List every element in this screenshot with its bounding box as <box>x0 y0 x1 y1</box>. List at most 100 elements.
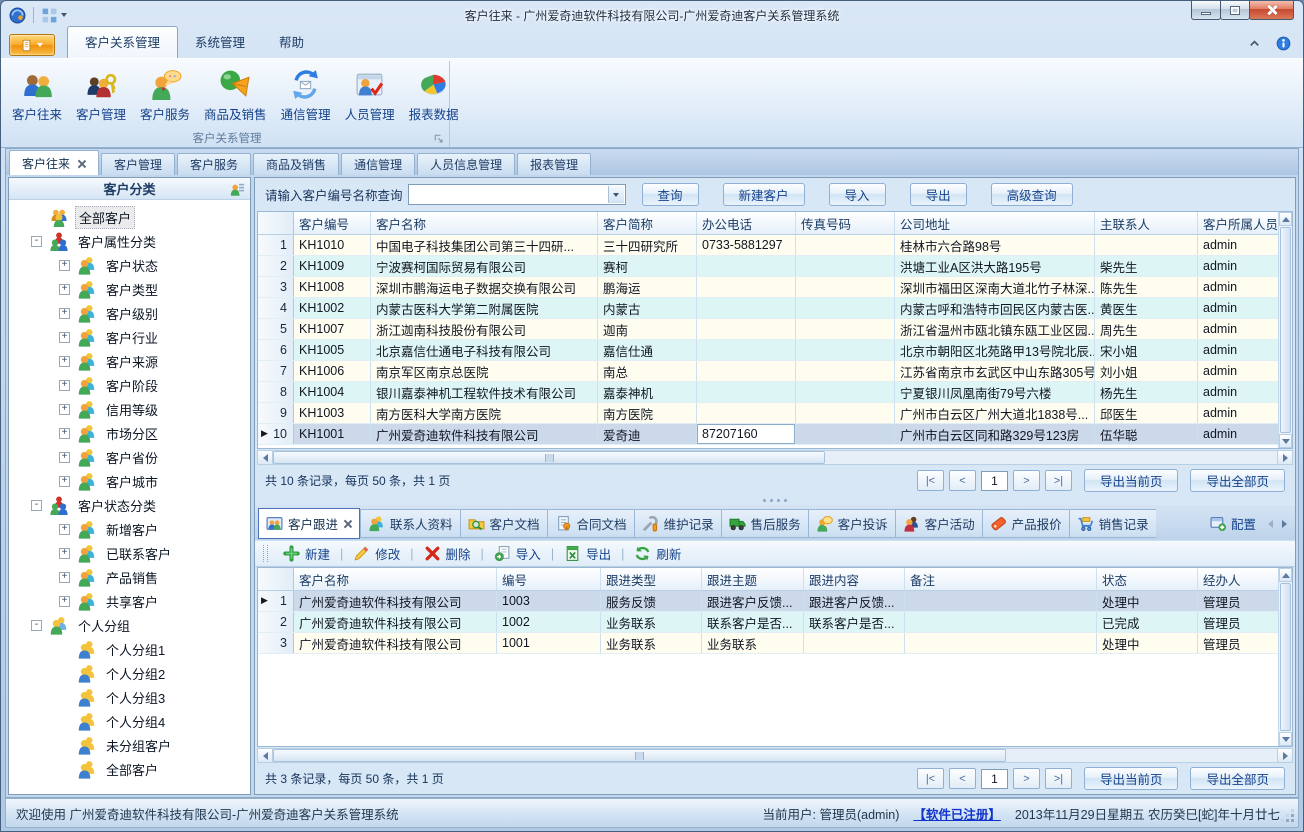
table-row[interactable]: 1KH1010中国电子科技集团公司第三十四研...三十四研究所0733-5881… <box>258 235 1278 256</box>
detail-tab-8[interactable]: 产品报价 <box>982 509 1069 538</box>
tree-item-4[interactable]: +客户级别 <box>9 301 250 325</box>
application-menu-button[interactable] <box>9 34 55 56</box>
expand-icon[interactable]: + <box>59 548 70 559</box>
ribbon-button-2[interactable]: 客户服务 <box>133 64 197 125</box>
table-row[interactable]: 3广州爱奇迪软件科技有限公司1001业务联系业务联系处理中管理员 <box>258 633 1278 654</box>
next-page-button[interactable]: > <box>1013 768 1040 789</box>
vertical-scrollbar[interactable] <box>1278 568 1292 746</box>
collapse-icon[interactable]: - <box>31 620 42 631</box>
scrollbar-thumb[interactable] <box>1280 583 1291 731</box>
doc-tab-6[interactable]: 报表管理 <box>517 153 591 175</box>
scroll-left-button[interactable] <box>258 749 273 762</box>
first-page-button[interactable]: |< <box>917 470 944 491</box>
last-page-button[interactable]: >| <box>1045 470 1072 491</box>
tree-item-23[interactable]: 全部客户 <box>9 757 250 781</box>
column-header-2[interactable]: 客户简称 <box>598 212 697 234</box>
toolbar-button-5[interactable]: 刷新 <box>627 544 688 563</box>
expand-icon[interactable]: + <box>59 356 70 367</box>
column-header-4[interactable]: 跟进内容 <box>804 568 905 590</box>
tree-item-13[interactable]: +新增客户 <box>9 517 250 541</box>
scroll-down-button[interactable] <box>1279 434 1292 448</box>
expand-icon[interactable]: + <box>59 308 70 319</box>
column-header-7[interactable]: 经办人 <box>1198 568 1278 590</box>
detail-tab-2[interactable]: 客户文档 <box>460 509 547 538</box>
scrollbar-thumb[interactable] <box>273 749 1006 762</box>
tree-item-21[interactable]: 个人分组4 <box>9 709 250 733</box>
quick-access-icon[interactable] <box>41 7 58 24</box>
table-row[interactable]: 7KH1006南京军区南京总医院南总江苏省南京市玄武区中山东路305号刘小姐ad… <box>258 361 1278 382</box>
help-info-icon[interactable] <box>1276 36 1291 51</box>
ribbon-button-1[interactable]: 客户管理 <box>69 64 133 125</box>
expand-icon[interactable]: + <box>59 428 70 439</box>
page-number-input[interactable]: 1 <box>981 471 1008 491</box>
column-header-6[interactable]: 状态 <box>1097 568 1198 590</box>
scroll-tabs-right-icon[interactable] <box>1282 520 1287 528</box>
scroll-tabs-left-icon[interactable] <box>1268 520 1273 528</box>
scroll-up-button[interactable] <box>1279 212 1292 226</box>
detail-tab-3[interactable]: 合同文档 <box>547 509 634 538</box>
menu-tab-2[interactable]: 帮助 <box>262 26 321 58</box>
tree-item-6[interactable]: +客户来源 <box>9 349 250 373</box>
toolbar-button-3[interactable]: 导入 <box>487 544 548 563</box>
search-button-0[interactable]: 查询 <box>642 183 699 206</box>
column-header-5[interactable]: 公司地址 <box>895 212 1095 234</box>
table-row[interactable]: 2KH1009宁波赛柯国际贸易有限公司赛柯洪塘工业A区洪大路195号柴先生adm… <box>258 256 1278 277</box>
expand-icon[interactable]: + <box>59 380 70 391</box>
tree-item-22[interactable]: 未分组客户 <box>9 733 250 757</box>
export-current-page-button[interactable]: 导出当前页 <box>1084 469 1179 492</box>
scroll-right-button[interactable] <box>1277 749 1292 762</box>
toolbar-grip[interactable] <box>263 545 268 562</box>
customer-grid-horizontal-scrollbar[interactable] <box>257 450 1293 465</box>
app-icon[interactable] <box>9 7 26 24</box>
column-header-0[interactable]: 客户编号 <box>294 212 371 234</box>
close-tab-icon[interactable] <box>77 159 86 168</box>
ribbon-button-4[interactable]: 通信管理 <box>274 64 338 125</box>
scroll-up-button[interactable] <box>1279 568 1292 582</box>
expand-icon[interactable]: + <box>59 452 70 463</box>
column-header-3[interactable]: 跟进主题 <box>702 568 804 590</box>
tree-panel-header-icon[interactable] <box>230 181 245 196</box>
next-page-button[interactable]: > <box>1013 470 1040 491</box>
tree-item-19[interactable]: 个人分组2 <box>9 661 250 685</box>
detail-tab-4[interactable]: 维护记录 <box>634 509 721 538</box>
doc-tab-0[interactable]: 客户往来 <box>9 150 99 175</box>
maximize-button[interactable] <box>1220 1 1250 20</box>
ribbon-button-5[interactable]: 人员管理 <box>338 64 402 125</box>
tree-item-0[interactable]: 全部客户 <box>9 205 250 229</box>
scrollbar-thumb[interactable] <box>273 451 825 464</box>
table-row[interactable]: 3KH1008深圳市鹏海运电子数据交换有限公司鹏海运深圳市福田区深南大道北竹子林… <box>258 277 1278 298</box>
tree-item-8[interactable]: +信用等级 <box>9 397 250 421</box>
expand-icon[interactable]: + <box>59 404 70 415</box>
expand-icon[interactable]: + <box>59 284 70 295</box>
previous-page-button[interactable]: < <box>949 768 976 789</box>
detail-tab-7[interactable]: 客户活动 <box>895 509 982 538</box>
toolbar-button-0[interactable]: 新建 <box>276 544 337 563</box>
scrollbar-thumb[interactable] <box>1280 227 1291 433</box>
previous-page-button[interactable]: < <box>949 470 976 491</box>
doc-tab-4[interactable]: 通信管理 <box>341 153 415 175</box>
page-number-input[interactable]: 1 <box>981 769 1008 789</box>
last-page-button[interactable]: >| <box>1045 768 1072 789</box>
panel-splitter[interactable] <box>255 496 1295 505</box>
search-button-4[interactable]: 高级查询 <box>991 183 1073 206</box>
tree-item-1[interactable]: -客户属性分类 <box>9 229 250 253</box>
toolbar-button-4[interactable]: 导出 <box>557 544 618 563</box>
tree-item-16[interactable]: +共享客户 <box>9 589 250 613</box>
export-all-pages-button[interactable]: 导出全部页 <box>1190 469 1285 492</box>
column-header-5[interactable]: 备注 <box>905 568 1097 590</box>
column-header-2[interactable]: 跟进类型 <box>601 568 702 590</box>
tree-item-3[interactable]: +客户类型 <box>9 277 250 301</box>
export-current-page-button[interactable]: 导出当前页 <box>1084 767 1179 790</box>
search-button-2[interactable]: 导入 <box>829 183 886 206</box>
close-tab-icon[interactable] <box>343 519 352 528</box>
close-button[interactable] <box>1249 1 1294 20</box>
dialog-launcher-icon[interactable] <box>433 133 445 145</box>
detail-tab-0[interactable]: 客户跟进 <box>258 508 360 539</box>
toolbar-button-1[interactable]: 修改 <box>346 544 407 563</box>
column-header-0[interactable]: 客户名称 <box>294 568 497 590</box>
detail-tab-9[interactable]: 销售记录 <box>1069 509 1156 538</box>
tree-item-7[interactable]: +客户阶段 <box>9 373 250 397</box>
table-row[interactable]: 8KH1004银川嘉泰神机工程软件技术有限公司嘉泰神机宁夏银川凤凰南街79号六楼… <box>258 382 1278 403</box>
tree-item-11[interactable]: +客户城市 <box>9 469 250 493</box>
expand-icon[interactable]: + <box>59 332 70 343</box>
